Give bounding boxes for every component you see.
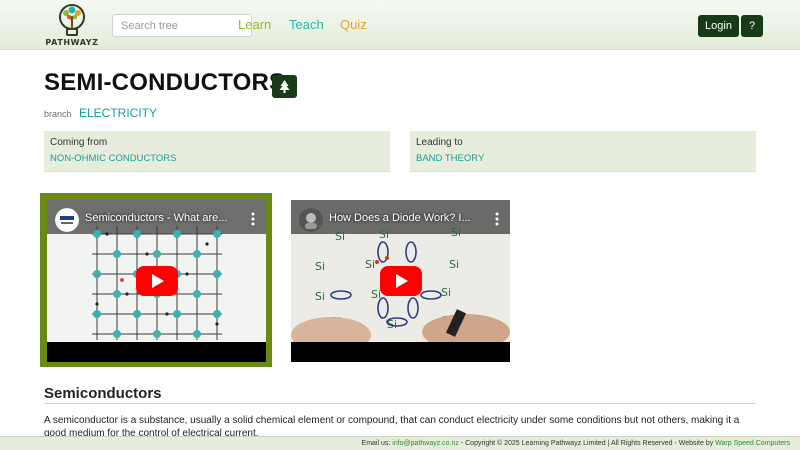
coming-from-panel: Coming from NON-OHMIC CONDUCTORS [44,131,390,172]
login-button[interactable]: Login [698,15,739,37]
video-title[interactable]: Semiconductors - What are... [85,212,235,224]
footer-email-label: Email us: [361,440,393,447]
play-button-icon[interactable] [380,266,422,296]
leading-to-link[interactable]: BAND THEORY [416,153,484,164]
section-divider [44,403,756,404]
page-title: SEMI-CONDUCTORS [44,69,286,96]
svg-text:Si: Si [365,258,375,271]
page-footer: Email us: info@pathwayz.co.nz - Copyrigh… [0,436,800,450]
lightbulb-tree-icon [59,4,85,36]
section-heading: Semiconductors [44,385,162,402]
nav-quiz[interactable]: Quiz [340,17,367,32]
channel-avatar-icon[interactable] [299,208,323,232]
svg-text:Si: Si [379,228,389,241]
branch-link[interactable]: ELECTRICITY [79,106,157,120]
help-button[interactable]: ? [741,15,763,37]
leading-to-panel: Leading to BAND THEORY [410,131,756,172]
footer-email-link[interactable]: info@pathwayz.co.nz [392,440,459,447]
coming-from-link[interactable]: NON-OHMIC CONDUCTORS [50,153,177,164]
pathwayz-logo[interactable]: PATHWAYZ [44,2,100,48]
more-options-icon[interactable] [248,211,258,227]
svg-text:Si: Si [449,258,459,271]
nav-learn[interactable]: Learn [238,17,271,32]
video-player-diode[interactable]: SiSiSi SiSiSi SiSiSi SiSiSi How Does a D… [291,200,510,362]
svg-text:Si: Si [335,230,345,243]
video-player-semiconductors[interactable]: Semiconductors - What are... [47,200,266,362]
branch-label: branch [44,109,72,119]
footer-credit-link[interactable]: Warp Speed Computers [715,440,790,447]
footer-copyright: - Copyright © 2025 Learning Pathwayz Lim… [458,440,716,447]
top-navbar: PATHWAYZ Learn Teach Quiz Login ? [0,0,800,50]
logo-text: PATHWAYZ [45,38,99,47]
search-input[interactable] [112,14,252,37]
tree-view-button[interactable] [272,75,297,98]
branch-row: branch ELECTRICITY [44,104,157,122]
tree-icon [279,80,290,93]
svg-text:Si: Si [441,286,451,299]
svg-text:Si: Si [315,290,325,303]
play-button-icon[interactable] [136,266,178,296]
svg-text:Si: Si [315,260,325,273]
coming-from-label: Coming from [50,137,108,148]
nav-teach[interactable]: Teach [289,17,324,32]
leading-to-label: Leading to [416,137,463,148]
video-title[interactable]: How Does a Diode Work? I... [329,212,479,224]
svg-text:Si: Si [451,226,461,239]
more-options-icon[interactable] [492,211,502,227]
channel-avatar-icon[interactable] [55,208,79,232]
